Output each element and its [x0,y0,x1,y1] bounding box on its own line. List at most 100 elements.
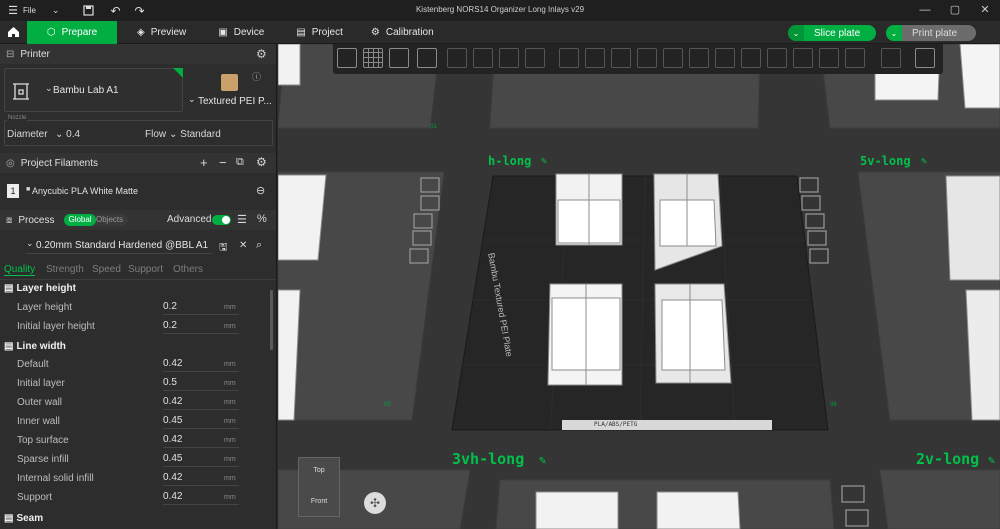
project-icon: ▤ [296,26,306,38]
text-shape-icon[interactable] [767,48,787,68]
tab-speed[interactable]: Speed [92,264,121,275]
sidebar-scrollbar[interactable] [270,290,273,350]
tab-calibration[interactable]: ⚙ Calibration [357,21,448,44]
variable-layer-icon[interactable] [525,48,545,68]
tab-others[interactable]: Others [173,264,203,275]
edit-name-icon[interactable]: ✎ [541,156,547,167]
view-toggle-icon[interactable] [881,48,901,68]
unit-label: mm [224,380,236,387]
close-icon[interactable]: ✕ [970,0,1000,21]
main-build-plate [451,175,829,431]
color-paint-icon[interactable] [793,48,813,68]
file-menu[interactable]: File [23,6,36,15]
process-icon: ⧇ [6,214,13,226]
setting-label: Support [17,492,53,503]
assembly-icon[interactable] [845,48,865,68]
search-icon[interactable]: ⌕ [256,239,262,252]
split-objects-icon[interactable] [447,48,467,68]
gizmo-icon[interactable]: ✣ [364,492,386,514]
hamburger-menu-icon[interactable]: ☰ [6,4,20,17]
arrange-icon[interactable] [417,48,437,68]
print-plate-button[interactable]: ⌄ Print plate [886,25,976,41]
close-profile-icon[interactable]: ✕ [239,240,247,251]
diameter-select[interactable]: ⌄ 0.4 [55,129,80,140]
undo-icon[interactable]: ↶ [110,4,120,18]
chevron-down-icon: ⌄ [26,238,34,248]
home-icon[interactable] [0,21,27,44]
global-objects-toggle[interactable]: Global Objects [64,214,128,226]
add-filament-icon[interactable]: + [200,155,208,170]
plate-card[interactable]: ⓘ ⌄ Textured PEI P... [186,68,274,112]
unit-label: mm [224,304,236,311]
process-profile-name: 0.20mm Standard Hardened @BBL A1 [36,240,209,251]
layers-icon[interactable] [499,48,519,68]
printer-card[interactable]: ⌄ Bambu Lab A1 [4,68,183,112]
edit-name-icon[interactable]: ✎ [988,453,995,467]
prepare-cube-icon: ⬡ [46,26,56,38]
printer-settings-gear-icon[interactable]: ⚙ [256,47,267,61]
tab-label: Prepare [61,26,98,38]
tab-strength[interactable]: Strength [46,264,84,275]
diameter-value: 0.4 [66,129,81,140]
tab-support[interactable]: Support [128,264,163,275]
filament-settings-gear-icon[interactable]: ⚙ [256,155,267,169]
plate-strip-label: PLA/ABS/PETG [594,421,638,428]
save-profile-icon[interactable]: 🖫 [219,240,228,257]
3d-viewport[interactable]: Bambu Textured PEI Plate PLA/ABS/PETG h-… [278,44,1000,529]
setting-label: Sparse infill [17,454,69,465]
minimize-icon[interactable]: — [910,0,940,21]
setting-label: Internal solid infill [17,473,94,484]
tab-device[interactable]: ▣ Device [204,21,278,44]
navcube-front-face[interactable]: Front [299,498,339,505]
measure-icon[interactable] [819,48,839,68]
filament-sync-icon[interactable]: ⧉ [236,156,244,169]
lay-on-face-icon[interactable] [637,48,657,68]
slice-plate-button[interactable]: ⌄ Slice plate [788,25,876,41]
support-paint-icon[interactable] [715,48,735,68]
edit-name-icon[interactable]: ✎ [921,156,927,167]
tab-project[interactable]: ▤ Project [282,21,357,44]
explode-icon[interactable] [915,48,935,68]
seam-group-title: ▤ Seam [4,513,43,524]
remove-filament-icon[interactable]: − [219,155,227,170]
cut-icon[interactable] [663,48,683,68]
global-option[interactable]: Global [64,214,96,226]
redo-icon[interactable]: ↷ [135,4,145,18]
chevron-down-icon[interactable]: ⌄ [788,25,804,41]
filament-row[interactable]: 1 ■ Anycubic PLA White Matte ⊖ [4,183,273,201]
move-icon[interactable] [559,48,579,68]
save-icon[interactable] [83,5,95,16]
filament-edit-icon[interactable]: ⊖ [256,184,265,197]
tab-preview[interactable]: ◈ Preview [123,21,200,44]
rotate-icon[interactable] [585,48,605,68]
navcube-top-face[interactable]: Top [299,467,339,474]
setting-label: Top surface [17,435,69,446]
split-parts-icon[interactable] [473,48,493,68]
process-profile-select[interactable]: ⌄ 0.20mm Standard Hardened @BBL A1 [26,238,212,254]
objects-option[interactable]: Objects [96,214,123,226]
setting-label: Default [17,359,49,370]
list-view-icon[interactable]: ☰ [237,213,247,226]
flow-select[interactable]: ⌄ Standard [169,129,221,140]
edit-name-icon[interactable]: ✎ [539,453,546,467]
navigation-cube[interactable]: Top Front [298,457,340,517]
mesh-boolean-icon[interactable] [689,48,709,68]
plate-label-5v-long: 5v-long [860,154,911,168]
tab-prepare[interactable]: ⬡ Prepare [27,20,117,44]
scene-canvas [278,44,1000,529]
auto-orient-icon[interactable] [389,48,409,68]
add-plate-grid-icon[interactable] [363,48,383,68]
chevron-down-icon[interactable]: ⌄ [52,5,60,16]
plate-name: Textured PEI P... [198,96,272,107]
advanced-toggle[interactable] [212,215,231,225]
percent-icon[interactable]: % [257,213,267,225]
chevron-down-icon[interactable]: ⌄ [886,25,902,41]
add-object-icon[interactable] [337,48,357,68]
tab-quality[interactable]: Quality [4,264,36,276]
scale-icon[interactable] [611,48,631,68]
printer-section-title: Printer [20,48,50,60]
seam-paint-icon[interactable] [741,48,761,68]
maximize-icon[interactable]: ▢ [940,0,970,21]
tab-label: Project [311,26,343,38]
selected-corner-icon [173,68,183,78]
